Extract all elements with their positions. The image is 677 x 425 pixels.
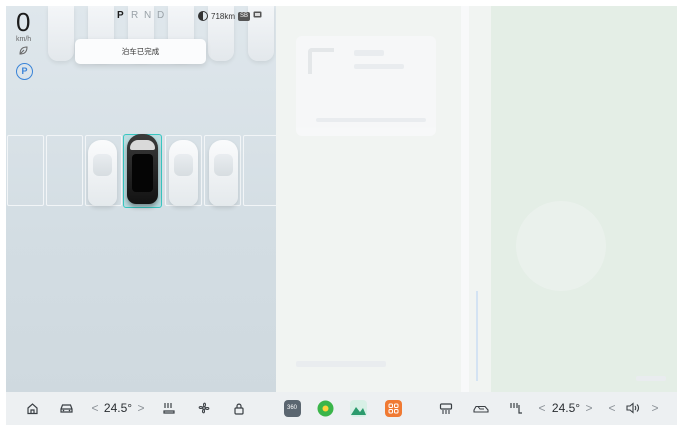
parking-slot xyxy=(7,135,44,206)
gear-n: N xyxy=(144,10,152,21)
apps-grid-app-icon[interactable] xyxy=(384,398,402,418)
left-temperature: 24.5° xyxy=(103,401,133,415)
speed-unit: km/h xyxy=(16,36,32,43)
gear-d: D xyxy=(157,10,165,21)
lock-icon[interactable] xyxy=(231,398,247,418)
parked-car-top xyxy=(48,6,74,61)
nav-placeholder xyxy=(316,118,426,122)
home-icon[interactable] xyxy=(24,398,40,418)
left-temp-down-button[interactable]: < xyxy=(90,398,100,418)
range-tag: SB xyxy=(238,11,251,21)
parking-slot xyxy=(243,135,276,206)
car-airflow-icon[interactable] xyxy=(472,398,490,418)
range-value: 718km xyxy=(211,11,236,21)
battery-icon xyxy=(198,11,208,21)
bottom-dock: < 24.5° > 360 < 24.5° > < > xyxy=(6,392,677,425)
screen-icon xyxy=(253,11,262,21)
parked-car xyxy=(209,140,238,206)
gear-r: R xyxy=(131,10,139,21)
parking-view: 0 km/h P P R N D 718km SB 泊车已完成 xyxy=(6,6,276,392)
volume-down-button[interactable]: < xyxy=(607,398,617,418)
right-temp-up-button[interactable]: > xyxy=(584,398,594,418)
nav-placeholder xyxy=(354,64,404,69)
passenger-seat-heat-icon[interactable] xyxy=(508,398,524,418)
car-control-icon[interactable] xyxy=(57,398,75,418)
map-route xyxy=(476,291,478,381)
turn-arrow-icon xyxy=(308,48,334,74)
map-location-circle xyxy=(516,201,606,291)
auto-parking-icon[interactable]: P xyxy=(16,63,33,80)
parked-car xyxy=(88,140,117,206)
car-screen: 0 km/h P P R N D 718km SB 泊车已完成 < 24.5° … xyxy=(6,6,677,425)
gallery-app-icon[interactable] xyxy=(349,398,367,418)
360-camera-app-icon[interactable]: 360 xyxy=(283,398,301,418)
volume-up-button[interactable]: > xyxy=(650,398,660,418)
nav-guidance-card xyxy=(296,36,436,136)
nav-placeholder xyxy=(354,50,384,56)
map-road xyxy=(461,6,469,392)
parking-slot xyxy=(46,135,83,206)
parked-car xyxy=(169,140,198,206)
map-park-area xyxy=(491,6,677,392)
right-temperature: 24.5° xyxy=(551,401,581,415)
battery-range: 718km SB xyxy=(198,11,262,21)
gear-p: P xyxy=(117,10,124,21)
fan-icon[interactable] xyxy=(196,398,212,418)
left-temp-up-button[interactable]: > xyxy=(136,398,146,418)
map-placeholder xyxy=(296,361,386,367)
map-placeholder xyxy=(636,376,666,381)
speed-value: 0 xyxy=(16,7,31,37)
seat-heat-icon[interactable] xyxy=(161,398,177,418)
eco-leaf-icon xyxy=(18,46,28,56)
music-app-icon[interactable] xyxy=(316,398,334,418)
map-background xyxy=(276,6,677,392)
volume-icon[interactable] xyxy=(624,398,642,418)
right-temp-down-button[interactable]: < xyxy=(537,398,547,418)
rear-defrost-icon[interactable] xyxy=(438,398,454,418)
parking-complete-toast: 泊车已完成 xyxy=(75,39,206,64)
ego-vehicle xyxy=(127,134,158,204)
